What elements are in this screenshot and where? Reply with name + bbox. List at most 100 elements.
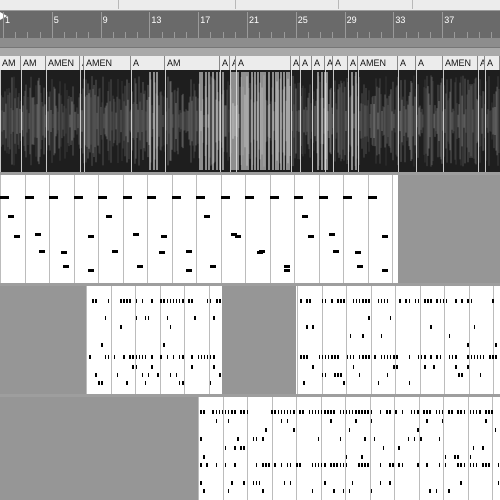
midi-note[interactable]	[445, 299, 448, 303]
midi-note[interactable]	[311, 410, 314, 414]
midi-note[interactable]	[389, 481, 391, 485]
midi-note[interactable]	[312, 365, 314, 369]
midi-note[interactable]	[392, 463, 394, 467]
midi-note[interactable]	[361, 455, 363, 459]
midi-note[interactable]	[243, 481, 245, 485]
midi-note[interactable]	[339, 463, 341, 467]
midi-note[interactable]	[451, 355, 454, 359]
midi-note[interactable]	[330, 463, 332, 467]
midi-note[interactable]	[120, 325, 122, 329]
midi-note[interactable]	[166, 299, 168, 303]
midi-note[interactable]	[172, 355, 175, 359]
midi-note[interactable]	[204, 215, 210, 218]
midi-note[interactable]	[408, 299, 410, 303]
midi-note[interactable]	[312, 325, 314, 329]
midi-note[interactable]	[482, 463, 484, 467]
midi-note[interactable]	[61, 251, 67, 254]
midi-note[interactable]	[430, 325, 432, 329]
midi-note[interactable]	[24, 196, 34, 199]
midi-note[interactable]	[191, 299, 193, 303]
midi-note[interactable]	[343, 381, 345, 385]
midi-note[interactable]	[393, 365, 395, 369]
midi-note[interactable]	[342, 489, 345, 493]
midi-note[interactable]	[14, 235, 20, 238]
midi-note[interactable]	[352, 365, 355, 369]
midi-note[interactable]	[401, 410, 403, 414]
midi-note[interactable]	[386, 410, 388, 414]
midi-note[interactable]	[200, 355, 203, 359]
midi-note[interactable]	[255, 463, 258, 467]
midi-note[interactable]	[383, 355, 386, 359]
midi-note[interactable]	[280, 463, 283, 467]
midi-note[interactable]	[303, 381, 305, 385]
midi-note[interactable]	[8, 215, 14, 218]
midi-note[interactable]	[438, 437, 441, 441]
midi-note[interactable]	[417, 355, 420, 359]
midi-note[interactable]	[209, 355, 212, 359]
midi-note[interactable]	[129, 355, 131, 359]
midi-note[interactable]	[361, 410, 363, 414]
midi-note[interactable]	[224, 446, 227, 450]
audio-clip-header[interactable]: A	[131, 56, 165, 70]
midi-note[interactable]	[349, 334, 352, 338]
midi-note[interactable]	[271, 410, 273, 414]
midi-note[interactable]	[314, 463, 317, 467]
midi-note[interactable]	[320, 463, 323, 467]
toolbar-segment[interactable]	[412, 0, 500, 9]
midi-note[interactable]	[286, 463, 289, 467]
midi-note[interactable]	[472, 446, 475, 450]
midi-note[interactable]	[475, 463, 478, 467]
midi-note[interactable]	[234, 463, 236, 467]
midi-note[interactable]	[444, 463, 447, 467]
midi-note[interactable]	[203, 455, 205, 459]
midi-note[interactable]	[135, 316, 137, 320]
audio-clip-header[interactable]: A	[325, 56, 333, 70]
midi-note[interactable]	[161, 235, 167, 238]
midi-note[interactable]	[420, 437, 422, 441]
audio-clip-header[interactable]: AM	[165, 56, 220, 70]
midi-note[interactable]	[377, 381, 379, 385]
midi-note[interactable]	[327, 410, 329, 414]
midi-note[interactable]	[348, 428, 351, 432]
midi-note[interactable]	[194, 316, 196, 320]
midi-note[interactable]	[345, 463, 348, 467]
midi-note[interactable]	[457, 455, 459, 459]
midi-note[interactable]	[293, 410, 295, 414]
midi-note[interactable]	[209, 299, 212, 303]
midi-note[interactable]	[160, 355, 162, 359]
midi-note[interactable]	[144, 381, 147, 385]
midi-note[interactable]	[444, 455, 447, 459]
midi-note[interactable]	[479, 355, 482, 359]
midi-note[interactable]	[324, 481, 326, 485]
midi-note[interactable]	[343, 196, 352, 199]
midi-note[interactable]	[302, 410, 304, 414]
midi-note[interactable]	[389, 410, 391, 414]
midi-note[interactable]	[265, 463, 267, 467]
midi-note[interactable]	[169, 325, 172, 329]
midi-note[interactable]	[49, 196, 58, 199]
midi-note[interactable]	[395, 410, 397, 414]
midi-note[interactable]	[283, 481, 286, 485]
audio-clip-header[interactable]: AM	[0, 56, 21, 70]
midi-note[interactable]	[358, 410, 360, 414]
midi-note[interactable]	[379, 410, 382, 414]
midi-note[interactable]	[399, 299, 401, 303]
midi-note[interactable]	[203, 489, 205, 493]
midi-note[interactable]	[460, 410, 462, 414]
midi-note[interactable]	[340, 373, 342, 377]
audio-clip-header[interactable]: A	[416, 56, 443, 70]
midi-note[interactable]	[463, 463, 465, 467]
midi-note[interactable]	[147, 316, 150, 320]
midi-note[interactable]	[317, 410, 320, 414]
midi-note[interactable]	[343, 299, 345, 303]
midi-note[interactable]	[407, 437, 410, 441]
midi-note[interactable]	[144, 355, 147, 359]
midi-note[interactable]	[393, 355, 395, 359]
midi-note[interactable]	[188, 299, 190, 303]
midi-note[interactable]	[132, 365, 134, 369]
toolbar-segment[interactable]	[235, 0, 336, 9]
midi-note[interactable]	[429, 410, 431, 414]
midi-note[interactable]	[289, 463, 292, 467]
midi-note[interactable]	[300, 355, 302, 359]
midi-note[interactable]	[206, 355, 209, 359]
